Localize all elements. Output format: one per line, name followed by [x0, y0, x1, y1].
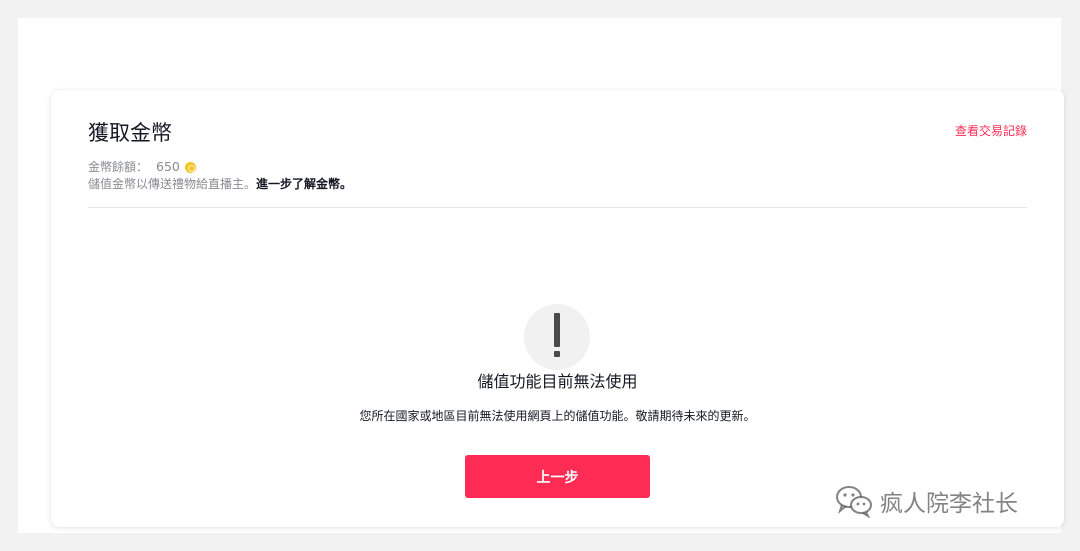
exclamation-icon	[524, 304, 590, 370]
balance-amount: 650	[156, 159, 180, 174]
watermark: 疯人院李社长	[834, 484, 1018, 518]
coin-balance: 金幣餘額： 650	[88, 159, 196, 175]
coin-icon	[184, 161, 196, 173]
divider	[88, 207, 1027, 208]
balance-label: 金幣餘額：	[88, 160, 149, 174]
exclamation-dot	[554, 351, 560, 357]
coin-description: 儲值金幣以傳送禮物給直播主。進一步了解金幣。	[88, 176, 352, 192]
unavailable-title: 儲值功能目前無法使用	[477, 372, 638, 391]
description-text: 儲值金幣以傳送禮物給直播主。	[88, 177, 257, 191]
exclamation-bar	[554, 313, 560, 347]
wechat-icon	[836, 486, 872, 518]
watermark-text: 疯人院李社长	[880, 491, 1018, 517]
unavailable-message: 您所在國家或地區目前無法使用網頁上的儲值功能。敬請期待未來的更新。	[359, 409, 756, 423]
page-title: 獲取金幣	[88, 121, 172, 145]
transaction-history-link[interactable]: 查看交易記錄	[955, 122, 1027, 139]
learn-more-link[interactable]: 進一步了解金幣。	[256, 177, 352, 191]
back-button[interactable]: 上一步	[465, 455, 650, 498]
page-background: 獲取金幣 查看交易記錄 金幣餘額： 650 儲值金幣以傳送禮物給直播主。進一步了…	[18, 18, 1064, 533]
coins-card: 獲取金幣 查看交易記錄 金幣餘額： 650 儲值金幣以傳送禮物給直播主。進一步了…	[51, 90, 1064, 527]
